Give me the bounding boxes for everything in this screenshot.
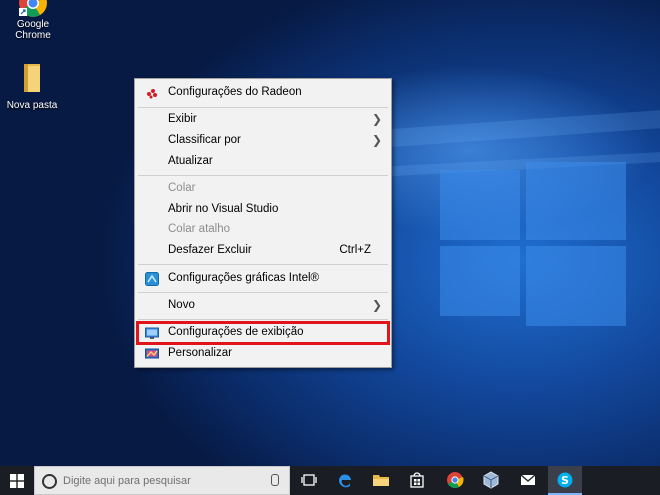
taskbar-file-explorer[interactable] [364, 466, 398, 495]
taskbar-mail[interactable] [511, 466, 545, 495]
chevron-right-icon: ❯ [371, 133, 382, 147]
menu-item-atualizar[interactable]: Atualizar [135, 152, 391, 172]
chevron-right-icon: ❯ [371, 298, 382, 312]
menu-item-personalizar[interactable]: Personalizar [135, 344, 391, 364]
taskbar-skype[interactable]: S [548, 466, 582, 495]
menu-separator [138, 175, 388, 176]
intel-graphics-icon [145, 272, 159, 286]
taskbar: Digite aqui para pesquisar S [0, 466, 660, 495]
svg-text:S: S [561, 474, 569, 487]
taskbar-edge[interactable] [328, 466, 362, 495]
menu-separator [138, 264, 388, 265]
search-placeholder: Digite aqui para pesquisar [63, 475, 191, 487]
menu-separator [138, 319, 388, 320]
menu-item-colar[interactable]: Colar [135, 179, 391, 199]
menu-item-radeon-settings[interactable]: Configurações do Radeon [135, 83, 391, 103]
folder-icon [24, 64, 40, 92]
menu-separator [138, 107, 388, 108]
taskbar-store[interactable] [400, 466, 434, 495]
desktop-icon-label: Nova pasta [6, 100, 58, 111]
menu-item-novo[interactable]: Novo ❯ [135, 296, 391, 316]
menu-item-intel-graphics[interactable]: Configurações gráficas Intel® [135, 269, 391, 289]
highlight-box [136, 321, 390, 345]
taskbar-search-box[interactable]: Digite aqui para pesquisar [34, 466, 290, 495]
menu-item-classificar-por[interactable]: Classificar por ❯ [135, 131, 391, 151]
radeon-icon [147, 89, 157, 99]
task-view-button[interactable] [292, 466, 326, 495]
shortcut-label: Ctrl+Z [339, 244, 371, 256]
taskbar-virtualbox[interactable] [474, 466, 508, 495]
chrome-icon [447, 472, 464, 489]
file-explorer-icon [373, 475, 389, 486]
chevron-right-icon: ❯ [371, 112, 382, 126]
windows-logo-icon [10, 474, 24, 488]
desktop-icon-chrome[interactable]: Google Chrome [0, 0, 68, 41]
microphone-icon[interactable] [271, 474, 279, 486]
task-view-icon [301, 474, 317, 486]
store-icon [410, 472, 424, 488]
virtualbox-icon [483, 471, 499, 489]
start-button[interactable] [0, 466, 34, 495]
personalize-icon [145, 348, 159, 359]
desktop-icon-nova-pasta[interactable]: Nova pasta [0, 62, 67, 111]
menu-item-exibir[interactable]: Exibir ❯ [135, 110, 391, 130]
menu-item-abrir-visual-studio[interactable]: Abrir no Visual Studio [135, 200, 391, 220]
chrome-shortcut-icon [19, 0, 47, 17]
desktop-icon-label: Google Chrome [15, 19, 51, 41]
menu-separator [138, 292, 388, 293]
menu-item-desfazer-excluir[interactable]: Desfazer Excluir Ctrl+Z [135, 241, 391, 261]
menu-item-colar-atalho[interactable]: Colar atalho [135, 220, 391, 240]
mail-icon [520, 474, 536, 485]
taskbar-chrome[interactable] [438, 466, 472, 495]
cortana-icon [42, 474, 57, 489]
edge-icon [338, 474, 351, 488]
skype-icon: S [557, 472, 573, 488]
